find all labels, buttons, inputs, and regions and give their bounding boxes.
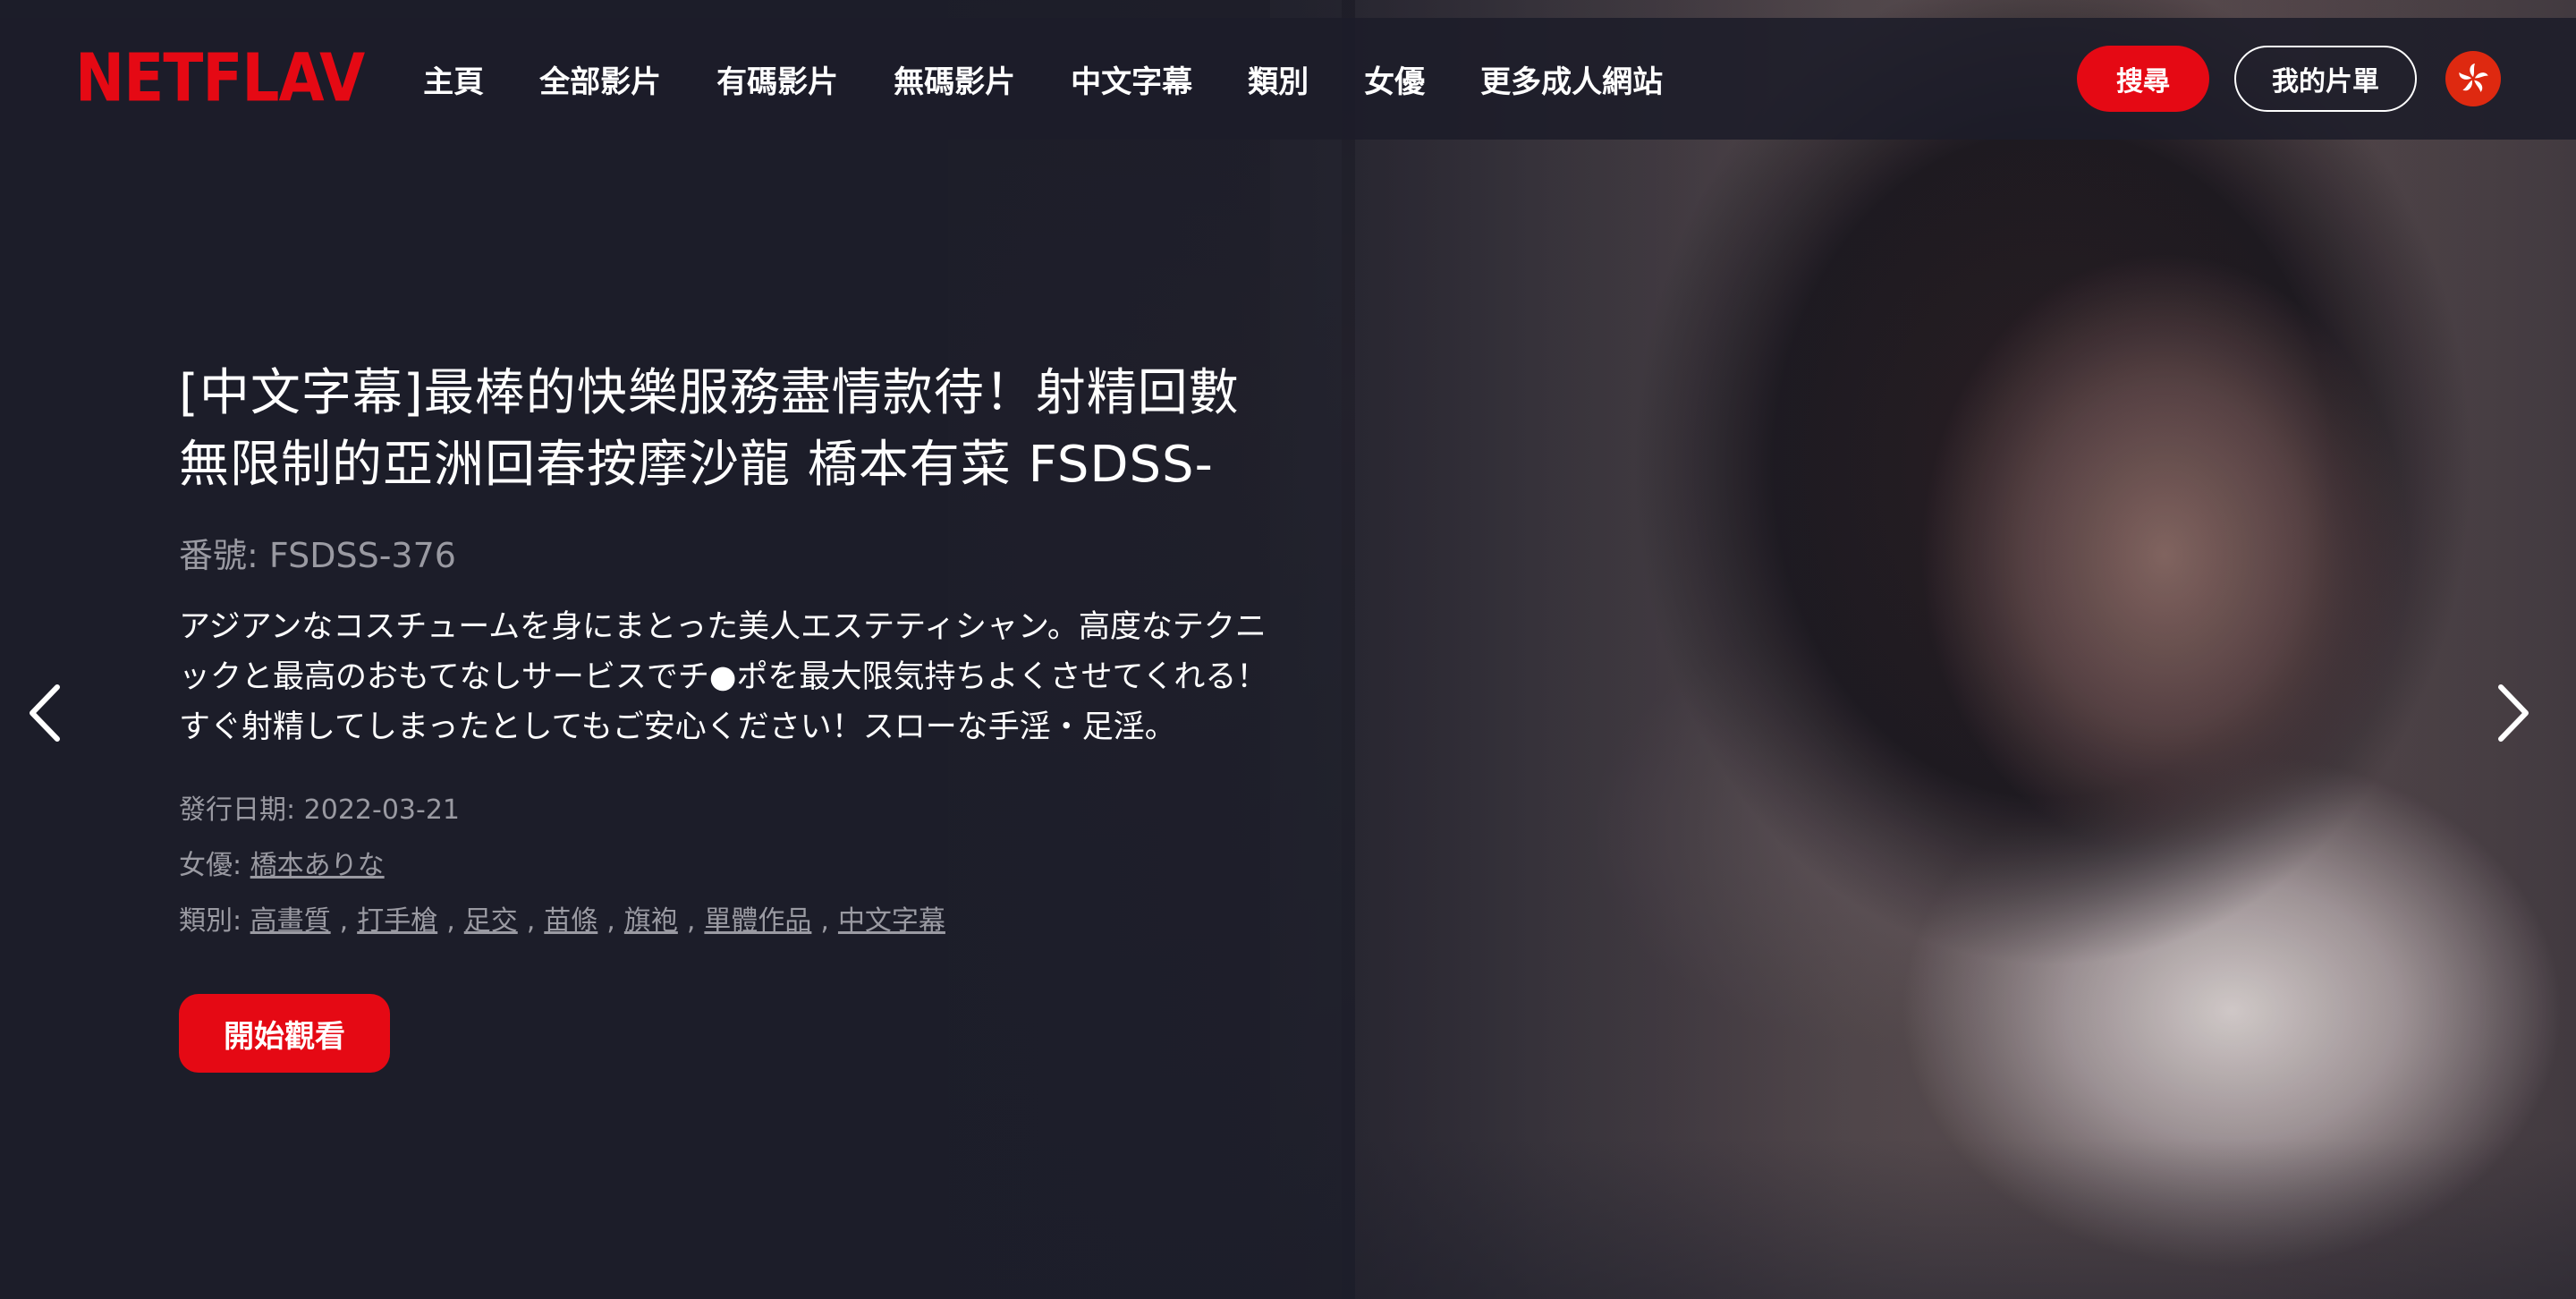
video-title: [中文字幕]最棒的快樂服務盡情款待！射精回數無限制的亞洲回春按摩沙龍 橋本有菜 …: [179, 364, 1240, 494]
top-navbar: NETFLAV 主頁 全部影片 有碼影片 無碼影片 中文字幕 類別 女優 更多成…: [0, 18, 2576, 140]
genre-separator: ,: [820, 905, 829, 937]
genre-separator: ,: [446, 905, 455, 937]
genre-separator: ,: [606, 905, 615, 937]
nav-item-categories[interactable]: 類別: [1248, 57, 1309, 101]
search-button[interactable]: 搜尋: [2077, 46, 2209, 112]
genre-row: 類別: 高畫質, 打手槍, 足交, 苗條, 旗袍, 單體作品, 中文字幕: [179, 894, 1288, 949]
chevron-left-icon: [30, 684, 60, 742]
nav-item-all-videos[interactable]: 全部影片: [539, 57, 661, 101]
nav-item-uncensored[interactable]: 無碼影片: [894, 57, 1015, 101]
nav-item-chinese-subtitles[interactable]: 中文字幕: [1071, 57, 1192, 101]
video-meta: 發行日期: 2022-03-21 女優: 橋本ありな 類別: 高畫質, 打手槍, 足…: [179, 783, 1288, 949]
genre-separator: ,: [339, 905, 349, 937]
start-watching-button[interactable]: 開始觀看: [179, 994, 390, 1073]
carousel-next-button[interactable]: [2487, 680, 2540, 746]
genre-link[interactable]: 高畫質: [250, 905, 331, 937]
hero-content: [中文字幕]最棒的快樂服務盡情款待！射精回數無限制的亞洲回春按摩沙龍 橋本有菜 …: [179, 358, 1288, 1073]
nav-item-actresses[interactable]: 女優: [1364, 57, 1425, 101]
actress-label: 女優:: [179, 850, 242, 881]
genre-link[interactable]: 苗條: [544, 905, 597, 937]
nav-actions: 搜尋 我的片單: [2077, 46, 2501, 112]
genre-separator: ,: [686, 905, 696, 937]
hong-kong-flag-icon[interactable]: [2445, 51, 2501, 106]
release-date-label: 發行日期:: [179, 794, 296, 826]
video-code-label: 番號:: [179, 536, 258, 575]
actress-row: 女優: 橋本ありな: [179, 838, 1288, 894]
bauhinia-icon: [2459, 64, 2488, 92]
page: NETFLAV 主頁 全部影片 有碼影片 無碼影片 中文字幕 類別 女優 更多成…: [0, 0, 2576, 1299]
genre-label: 類別:: [179, 905, 242, 937]
genre-link[interactable]: 旗袍: [624, 905, 678, 937]
genre-link[interactable]: 足交: [464, 905, 518, 937]
video-code-value: FSDSS-376: [268, 536, 456, 575]
release-date-value: 2022-03-21: [303, 794, 461, 826]
genre-link[interactable]: 打手槍: [357, 905, 437, 937]
nav-item-censored[interactable]: 有碼影片: [716, 57, 838, 101]
my-list-button[interactable]: 我的片單: [2234, 46, 2417, 112]
genre-separator: ,: [526, 905, 536, 937]
genre-link[interactable]: 中文字幕: [838, 905, 945, 937]
nav-item-more-sites[interactable]: 更多成人網站: [1480, 57, 1663, 101]
nav-item-home[interactable]: 主頁: [423, 57, 484, 101]
carousel-prev-button[interactable]: [18, 680, 72, 746]
nav-links: 主頁 全部影片 有碼影片 無碼影片 中文字幕 類別 女優 更多成人網站: [423, 57, 1718, 101]
site-logo[interactable]: NETFLAV: [75, 45, 365, 112]
hero-bottom-fade: [0, 1138, 2576, 1299]
chevron-right-icon: [2498, 684, 2529, 742]
genre-link[interactable]: 單體作品: [704, 905, 811, 937]
video-description: アジアンなコスチュームを身にまとった美人エステティシャン。高度なテクニックと最高…: [179, 609, 1268, 745]
release-date-row: 發行日期: 2022-03-21: [179, 783, 1288, 838]
video-code-row: 番號: FSDSS-376: [179, 528, 1288, 577]
actress-link[interactable]: 橋本ありな: [250, 850, 385, 881]
